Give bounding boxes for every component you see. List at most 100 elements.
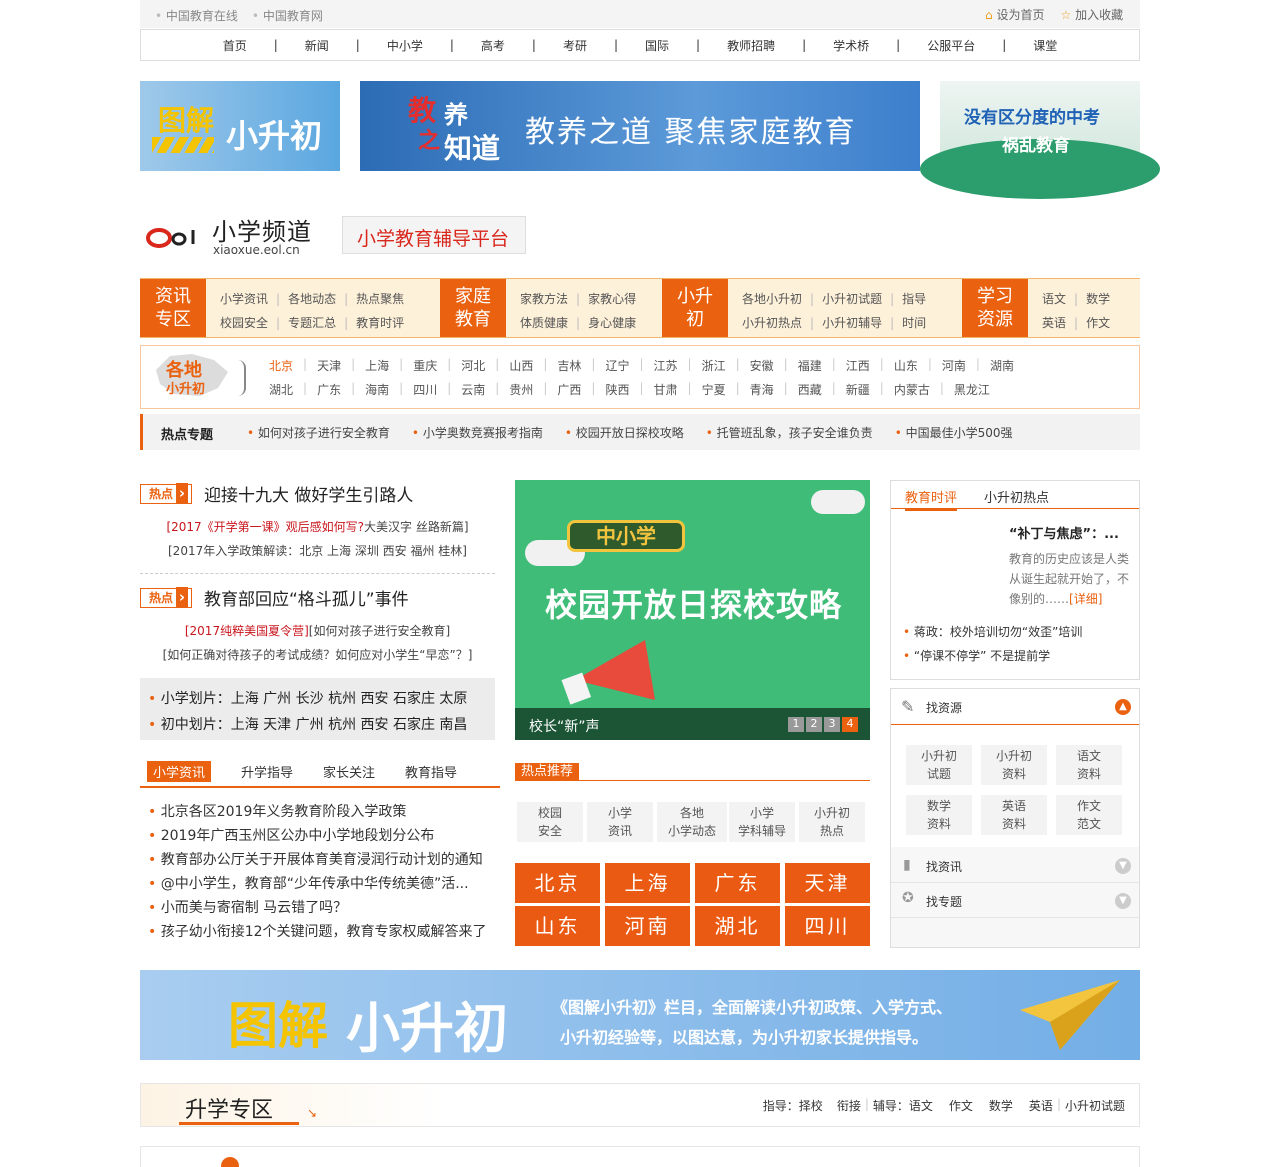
cat-link[interactable]: 小升初试题 xyxy=(822,287,882,311)
hot-topic-link[interactable]: 小学奥数竞赛报考指南 xyxy=(412,424,543,441)
cat-link[interactable]: 语文 xyxy=(1042,287,1066,311)
section-link[interactable]: 作文 xyxy=(949,1097,973,1114)
region-link[interactable]: 江苏 xyxy=(654,357,678,374)
rec-item[interactable]: 小学 资讯 xyxy=(587,802,653,842)
headline-1-sub2[interactable]: [2017年入学政策解读：北京 上海 深圳 西安 福州 桂林] xyxy=(140,542,495,559)
section-link[interactable]: 英语 xyxy=(1029,1097,1053,1114)
region-link[interactable]: 河南 xyxy=(942,357,966,374)
collapse-icon[interactable]: ▲ xyxy=(1115,699,1131,715)
rec-item[interactable]: 校园 安全 xyxy=(517,802,583,842)
region-link[interactable]: 湖北 xyxy=(269,381,293,398)
find-topic-header[interactable]: ✪ 找专题 ▼ xyxy=(891,884,1139,918)
list-item[interactable]: 教育部办公厅关于开展体育美育浸润行动计划的通知 xyxy=(148,848,487,872)
article-title[interactable]: “补丁与焦虑”：... xyxy=(1009,523,1119,542)
cat-link[interactable]: 指导 xyxy=(902,287,926,311)
cat-link[interactable]: 数学 xyxy=(1086,287,1110,311)
res-item[interactable]: 作文 范文 xyxy=(1056,795,1122,835)
headline-1[interactable]: 迎接十九大 做好学生引路人 xyxy=(204,481,413,506)
find-res-header[interactable]: ✎ 找资源 ▲ xyxy=(891,689,1139,725)
wide-banner-tujie[interactable]: 图解 小升初 《图解小升初》栏目，全面解读小升初政策、入学方式、 小升初经验等，… xyxy=(140,970,1140,1060)
city-shandong[interactable]: 山东 xyxy=(515,906,600,946)
res-item[interactable]: 小升初 资料 xyxy=(981,745,1047,785)
res-item[interactable]: 小升初 试题 xyxy=(906,745,972,785)
region-link[interactable]: 宁夏 xyxy=(702,381,726,398)
list-item[interactable]: 北京各区2019年义务教育阶段入学政策 xyxy=(148,800,487,824)
cat-link[interactable]: 家教方法 xyxy=(520,287,568,311)
commentary-link[interactable]: • 蒋政：校外培训切勿“效歪”培训 xyxy=(903,623,1082,640)
cat-link[interactable]: 小升初辅导 xyxy=(822,311,882,335)
hot-topic-link[interactable]: 如何对孩子进行安全教育 xyxy=(247,424,390,441)
res-item[interactable]: 语文 资料 xyxy=(1056,745,1122,785)
tab-parents[interactable]: 家长关注 xyxy=(323,761,375,782)
section-link[interactable]: 数学 xyxy=(989,1097,1013,1114)
city-hubei[interactable]: 湖北 xyxy=(695,906,780,946)
res-item[interactable]: 数学 资料 xyxy=(906,795,972,835)
region-link[interactable]: 陕西 xyxy=(605,381,629,398)
region-link[interactable]: 山东 xyxy=(894,357,918,374)
slide-page-3[interactable]: 3 xyxy=(824,717,840,732)
city-guangdong[interactable]: 广东 xyxy=(695,863,780,903)
nav-public[interactable]: 公服平台 xyxy=(927,37,975,54)
city-henan[interactable]: 河南 xyxy=(605,906,690,946)
section-link[interactable]: 指导：择校 xyxy=(763,1097,823,1114)
banner-zhongkao[interactable]: 没有区分度的中考 祸乱教育 xyxy=(920,81,1160,199)
cat-link[interactable]: 时间 xyxy=(902,311,926,335)
cat-link[interactable]: 各地动态 xyxy=(288,287,336,311)
zoning-primary[interactable]: 小学划片：上海 广州 长沙 杭州 西安 石家庄 太原 xyxy=(148,688,468,708)
favorite-link[interactable]: ☆ 加入收藏 xyxy=(1060,6,1123,23)
region-link[interactable]: 福建 xyxy=(798,357,822,374)
city-tianjin[interactable]: 天津 xyxy=(785,863,870,903)
cat-link[interactable]: 体质健康 xyxy=(520,311,568,335)
city-shanghai[interactable]: 上海 xyxy=(605,863,690,903)
nav-home[interactable]: 首页 xyxy=(223,37,247,54)
cat-link[interactable]: 热点聚焦 xyxy=(356,287,404,311)
region-link[interactable]: 广东 xyxy=(317,381,341,398)
city-sichuan[interactable]: 四川 xyxy=(785,906,870,946)
cat-link[interactable]: 小学资讯 xyxy=(220,287,268,311)
tab-commentary[interactable]: 教育时评 xyxy=(905,487,958,511)
list-item[interactable]: 2019年广西玉州区公办中小学地段划分公布 xyxy=(148,824,487,848)
hot-topic-link[interactable]: 中国最佳小学500强 xyxy=(895,424,1013,441)
tab-guidance[interactable]: 升学指导 xyxy=(241,761,293,782)
nav-kaoyan[interactable]: 考研 xyxy=(563,37,587,54)
tab-edu-guide[interactable]: 教育指导 xyxy=(405,761,457,782)
headline-2[interactable]: 教育部回应“格斗孤儿”事件 xyxy=(204,585,409,610)
region-link[interactable]: 天津 xyxy=(317,357,341,374)
slide-caption[interactable]: 校长“新”声 xyxy=(529,716,600,736)
nav-gaokao[interactable]: 高考 xyxy=(481,37,505,54)
cat-link[interactable]: 家教心得 xyxy=(588,287,636,311)
cat-study-title[interactable]: 学习 资源 xyxy=(962,279,1028,337)
region-link[interactable]: 湖南 xyxy=(990,357,1014,374)
top-link-eol[interactable]: • 中国教育在线 xyxy=(155,7,238,24)
cat-link[interactable]: 小升初热点 xyxy=(742,311,802,335)
cat-link[interactable]: 英语 xyxy=(1042,311,1066,335)
city-beijing[interactable]: 北京 xyxy=(515,863,600,903)
expand-icon[interactable]: ▼ xyxy=(1115,893,1131,909)
nav-intl[interactable]: 国际 xyxy=(645,37,669,54)
region-link[interactable]: 贵州 xyxy=(509,381,533,398)
region-link[interactable]: 新疆 xyxy=(846,381,870,398)
rec-item[interactable]: 各地 小学动态 xyxy=(657,802,727,842)
region-link[interactable]: 安徽 xyxy=(750,357,774,374)
region-link[interactable]: 重庆 xyxy=(413,357,437,374)
cat-link[interactable]: 专题汇总 xyxy=(288,311,336,335)
section-link[interactable]: 辅导：语文 xyxy=(873,1097,933,1114)
cat-link[interactable]: 作文 xyxy=(1086,311,1110,335)
cat-xsc-title[interactable]: 小升初 xyxy=(662,279,728,337)
hot-topic-link[interactable]: 托管班乱象，孩子安全谁负责 xyxy=(706,424,873,441)
region-link[interactable]: 甘肃 xyxy=(654,381,678,398)
cat-link[interactable]: 身心健康 xyxy=(588,311,636,335)
find-news-header[interactable]: ▮ 找资讯 ▼ xyxy=(891,849,1139,883)
nav-teacher[interactable]: 教师招聘 xyxy=(727,37,775,54)
eol-logo[interactable] xyxy=(145,222,201,250)
region-link[interactable]: 海南 xyxy=(365,381,389,398)
region-link[interactable]: 吉林 xyxy=(557,357,581,374)
region-link[interactable]: 云南 xyxy=(461,381,485,398)
region-link[interactable]: 西藏 xyxy=(798,381,822,398)
detail-link[interactable]: [详细] xyxy=(1069,592,1102,606)
list-item[interactable]: 孩子幼小衔接12个关键问题，教育专家权威解答来了 xyxy=(148,920,487,944)
region-link[interactable]: 四川 xyxy=(413,381,437,398)
zoning-middle[interactable]: 初中划片：上海 天津 广州 杭州 西安 石家庄 南昌 xyxy=(148,714,468,734)
section-link[interactable]: 衔接 xyxy=(837,1097,861,1114)
set-home-link[interactable]: ⌂ 设为首页 xyxy=(985,6,1044,23)
